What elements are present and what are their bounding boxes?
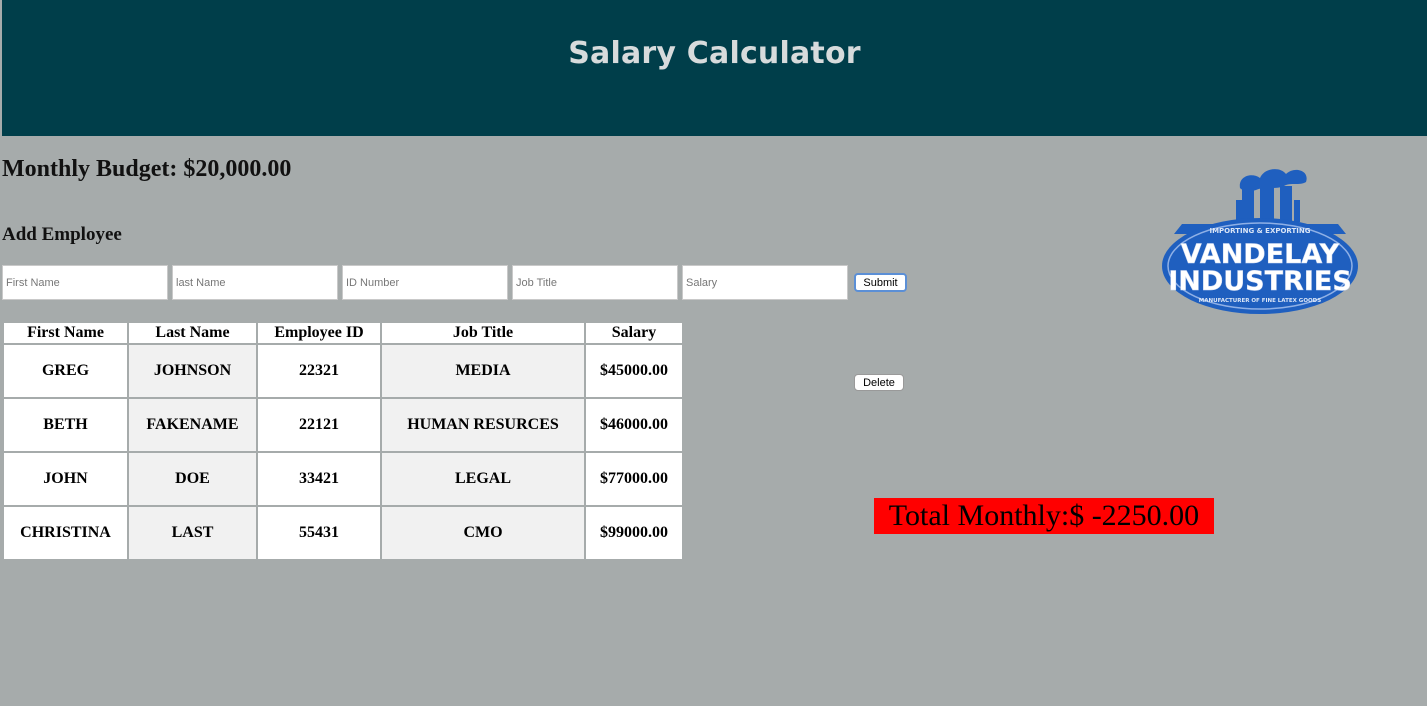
table-header-row: First Name Last Name Employee ID Job Tit… bbox=[4, 323, 682, 343]
cell-employee-id: 22121 bbox=[258, 399, 380, 451]
employee-table: First Name Last Name Employee ID Job Tit… bbox=[2, 321, 684, 561]
cell-first-name: BETH bbox=[4, 399, 127, 451]
submit-button[interactable]: Submit bbox=[854, 273, 907, 292]
header-salary: Salary bbox=[586, 323, 682, 343]
cell-last-name: DOE bbox=[129, 453, 256, 505]
cell-employee-id: 33421 bbox=[258, 453, 380, 505]
cell-last-name: FAKENAME bbox=[129, 399, 256, 451]
logo-line2: INDUSTRIES bbox=[1168, 266, 1352, 297]
logo-bottom-text: MANUFACTURER OF FINE LATEX GOODS bbox=[1199, 298, 1321, 304]
salary-input[interactable] bbox=[682, 265, 848, 300]
header-first-name: First Name bbox=[4, 323, 127, 343]
cell-first-name: GREG bbox=[4, 345, 127, 397]
header-job-title: Job Title bbox=[382, 323, 584, 343]
table-row: GREG JOHNSON 22321 MEDIA $45000.00 bbox=[4, 345, 682, 397]
cell-last-name: JOHNSON bbox=[129, 345, 256, 397]
cell-first-name: CHRISTINA bbox=[4, 507, 127, 559]
total-monthly: Total Monthly:$ -2250.00 bbox=[874, 498, 1214, 534]
cell-last-name: LAST bbox=[129, 507, 256, 559]
cell-employee-id: 55431 bbox=[258, 507, 380, 559]
cell-salary: $77000.00 bbox=[586, 453, 682, 505]
delete-button[interactable]: Delete bbox=[854, 374, 904, 391]
table-row: JOHN DOE 33421 LEGAL $77000.00 bbox=[4, 453, 682, 505]
page-title: Salary Calculator bbox=[568, 36, 861, 71]
cell-job-title: CMO bbox=[382, 507, 584, 559]
cell-job-title: HUMAN RESURCES bbox=[382, 399, 584, 451]
cell-job-title: LEGAL bbox=[382, 453, 584, 505]
table-row: CHRISTINA LAST 55431 CMO $99000.00 bbox=[4, 507, 682, 559]
cell-salary: $45000.00 bbox=[586, 345, 682, 397]
cell-job-title: MEDIA bbox=[382, 345, 584, 397]
cell-employee-id: 22321 bbox=[258, 345, 380, 397]
cell-salary: $46000.00 bbox=[586, 399, 682, 451]
page-header: Salary Calculator bbox=[2, 0, 1427, 136]
cell-salary: $99000.00 bbox=[586, 507, 682, 559]
logo-top-text: IMPORTING & EXPORTING bbox=[1209, 227, 1310, 235]
header-employee-id: Employee ID bbox=[258, 323, 380, 343]
first-name-input[interactable] bbox=[2, 265, 168, 300]
last-name-input[interactable] bbox=[172, 265, 338, 300]
monthly-budget: Monthly Budget: $20,000.00 bbox=[2, 156, 292, 182]
add-employee-heading: Add Employee bbox=[2, 224, 122, 245]
table-row: BETH FAKENAME 22121 HUMAN RESURCES $4600… bbox=[4, 399, 682, 451]
header-last-name: Last Name bbox=[129, 323, 256, 343]
vandelay-logo: IMPORTING & EXPORTING VANDELAY INDUSTRIE… bbox=[1162, 169, 1358, 314]
cell-first-name: JOHN bbox=[4, 453, 127, 505]
id-number-input[interactable] bbox=[342, 265, 508, 300]
job-title-input[interactable] bbox=[512, 265, 678, 300]
